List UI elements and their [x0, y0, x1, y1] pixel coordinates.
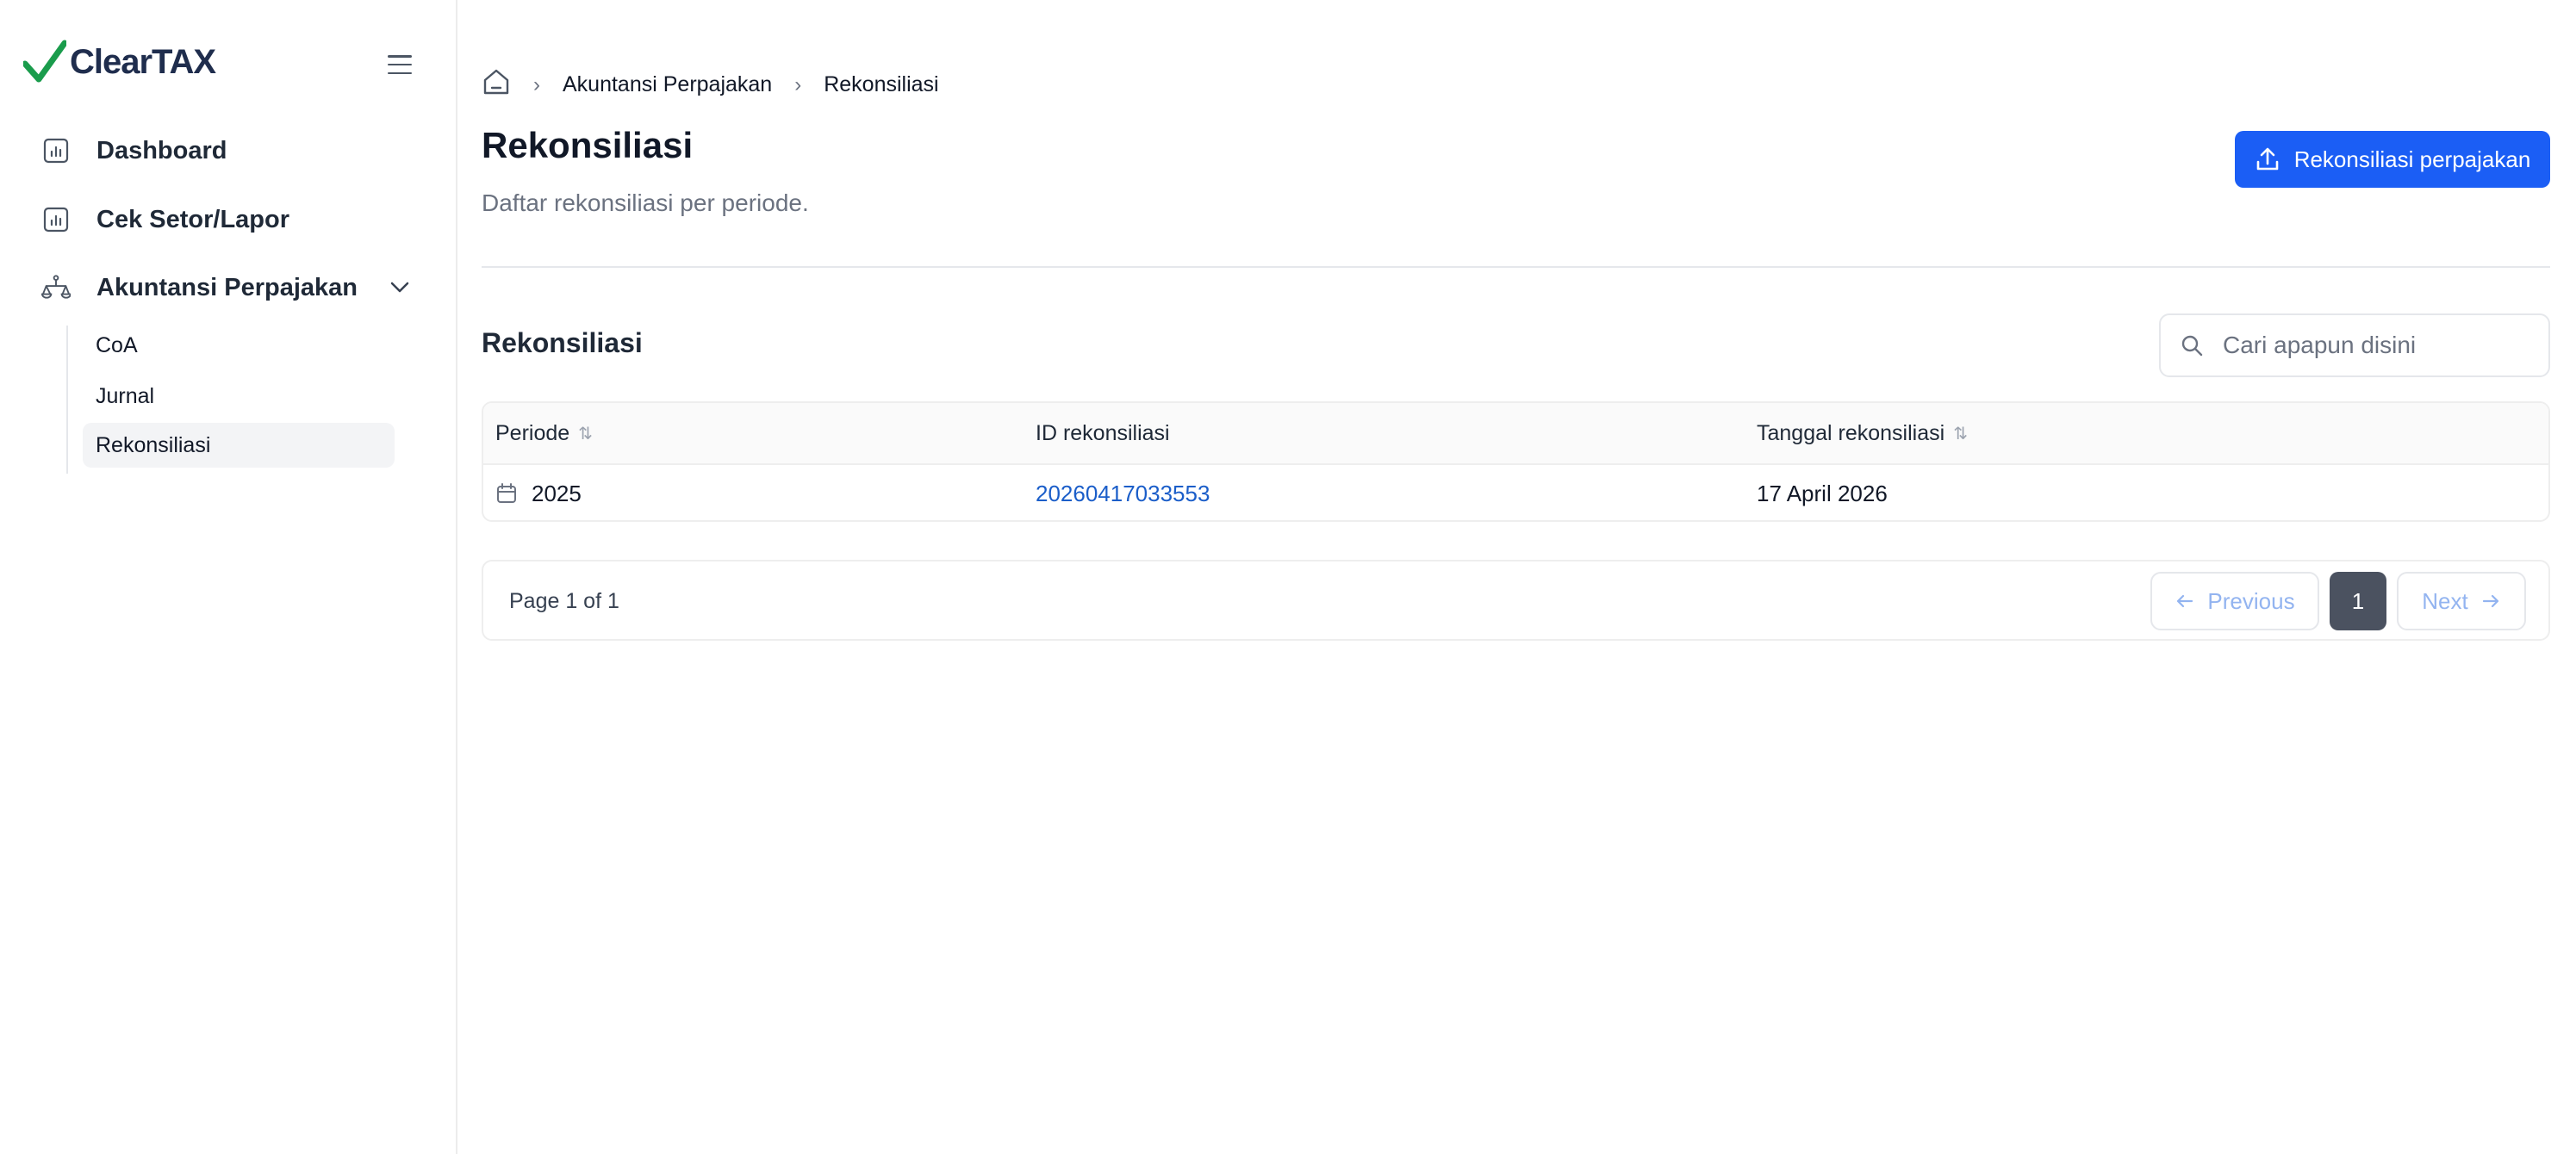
sidebar-item-akuntansi-perpajakan[interactable]: Akuntansi Perpajakan [41, 273, 358, 302]
column-header-tanggal[interactable]: Tanggal rekonsiliasi ⇅ [1757, 421, 1968, 446]
table-row[interactable]: 2025 20260417033553 17 April 2026 [483, 465, 2548, 520]
sort-icon[interactable]: ⇅ [578, 423, 593, 444]
menu-toggle-icon[interactable] [388, 55, 412, 74]
section-title: Rekonsiliasi [482, 327, 643, 358]
previous-label: Previous [2207, 587, 2295, 614]
breadcrumb: › Akuntansi Perpajakan › Rekonsiliasi [482, 67, 939, 102]
cell-tanggal: 17 April 2026 [1757, 480, 1888, 506]
main-content: › Akuntansi Perpajakan › Rekonsiliasi Re… [457, 0, 2576, 1154]
breadcrumb-current: Rekonsiliasi [824, 72, 939, 96]
divider [482, 266, 2550, 268]
column-header-periode[interactable]: Periode ⇅ [495, 421, 593, 446]
periode-value: 2025 [532, 480, 582, 506]
home-icon[interactable] [482, 67, 511, 102]
check-logo-icon [23, 40, 66, 83]
arrow-left-icon [2177, 594, 2193, 608]
column-header-id: ID rekonsiliasi [1036, 421, 1170, 446]
chevron-right-icon: › [533, 72, 540, 96]
reconciliation-table: Periode ⇅ ID rekonsiliasi Tanggal rekons… [482, 401, 2550, 522]
rekonsiliasi-perpajakan-button[interactable]: Rekonsiliasi perpajakan [2235, 131, 2550, 188]
sidebar-subitem-jurnal[interactable]: Jurnal [83, 374, 395, 419]
column-label: Periode [495, 420, 570, 445]
cell-periode: 2025 [495, 465, 582, 520]
search-icon [2181, 335, 2203, 357]
column-label: ID rekonsiliasi [1036, 420, 1170, 445]
button-label: Rekonsiliasi perpajakan [2293, 146, 2531, 172]
sidebar-item-cek-setor-lapor[interactable]: Cek Setor/Lapor [41, 205, 289, 234]
page-title: Rekonsiliasi [482, 125, 694, 165]
sidebar-item-dashboard[interactable]: Dashboard [41, 136, 227, 165]
search-input[interactable] [2223, 332, 2533, 359]
next-label: Next [2422, 587, 2468, 614]
previous-button[interactable]: Previous [2150, 572, 2319, 630]
table-header: Periode ⇅ ID rekonsiliasi Tanggal rekons… [483, 403, 2548, 465]
upload-icon [2256, 147, 2278, 171]
sidebar-item-label: Cek Setor/Lapor [96, 205, 289, 233]
sidebar-subitem-rekonsiliasi[interactable]: Rekonsiliasi [83, 423, 395, 468]
sidebar-item-label: Akuntansi Perpajakan [96, 273, 358, 301]
subnav-line [66, 326, 68, 474]
brand-logo[interactable]: ClearTAX [23, 40, 216, 84]
chevron-right-icon: › [794, 72, 802, 96]
column-label: Tanggal rekonsiliasi [1757, 420, 1945, 445]
sidebar-item-label: Dashboard [96, 136, 227, 164]
calendar-icon [497, 483, 516, 503]
next-button[interactable]: Next [2397, 572, 2526, 630]
sidebar-subitem-coa[interactable]: CoA [83, 323, 395, 368]
search-box[interactable] [2159, 313, 2550, 377]
sidebar: ClearTAX Dashboard Cek Setor/Lapor Akunt… [0, 0, 457, 1154]
page-info: Page 1 of 1 [509, 589, 619, 613]
page-number-button[interactable]: 1 [2330, 572, 2386, 630]
scale-icon [41, 273, 71, 302]
page-subtitle: Daftar rekonsiliasi per periode. [482, 189, 809, 216]
arrow-right-icon [2482, 594, 2498, 608]
cell-id-link[interactable]: 20260417033553 [1036, 465, 1210, 520]
sort-icon[interactable]: ⇅ [1953, 423, 1968, 444]
bar-chart-icon [41, 205, 71, 234]
breadcrumb-parent[interactable]: Akuntansi Perpajakan [563, 72, 772, 97]
chevron-down-icon[interactable] [389, 281, 410, 299]
bar-chart-icon [41, 136, 71, 165]
brand-name: ClearTAX [70, 42, 216, 81]
pagination: Page 1 of 1 Previous 1 Next [482, 560, 2550, 641]
